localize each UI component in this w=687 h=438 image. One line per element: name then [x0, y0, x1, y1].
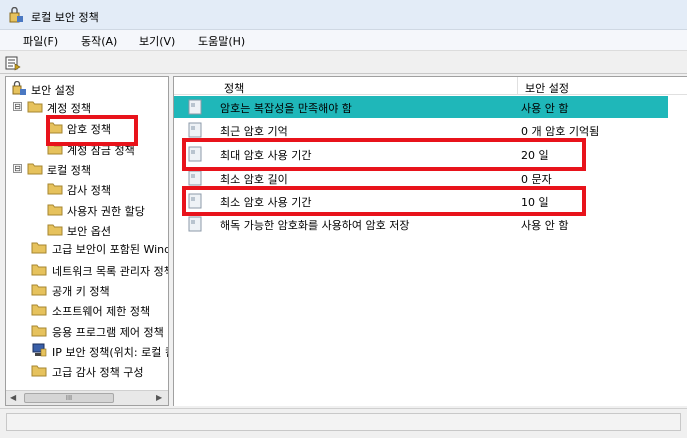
policy-setting: 사용 안 함 [521, 102, 569, 115]
status-pane [6, 413, 681, 431]
annotation-highlight-box [182, 138, 586, 171]
folder-icon [31, 242, 47, 254]
security-settings-icon [12, 81, 26, 95]
annotation-highlight-box [182, 186, 586, 216]
tree-item-label: 고급 보안이 포함된 Windows 방화벽 [52, 243, 168, 256]
window-title: 로컬 보안 정책 [31, 11, 99, 24]
tree-item-label: 사용자 권한 할당 [67, 205, 145, 218]
policy-setting: 0 문자 [521, 173, 552, 186]
ip-security-icon [32, 343, 47, 357]
status-bar [0, 408, 687, 438]
policy-name: 최근 암호 기억 [220, 125, 288, 138]
scroll-thumb[interactable]: III [24, 393, 114, 403]
policy-setting: 0 개 암호 기억됨 [521, 125, 600, 138]
list-header: 정책 보안 설정 [174, 77, 687, 95]
policy-icon [188, 216, 202, 232]
tree-item-label: 계정 정책 [47, 102, 91, 115]
collapse-icon[interactable]: ⊟ [13, 102, 22, 111]
tree-item-label: 응용 프로그램 제어 정책 [52, 326, 164, 339]
policy-name: 최소 암호 길이 [220, 173, 288, 186]
policy-icon [188, 170, 202, 186]
folder-icon [47, 224, 63, 236]
policy-name: 해독 가능한 암호화를 사용하여 암호 저장 [220, 219, 410, 232]
tree-horizontal-scrollbar[interactable]: ◀ III ▶ [6, 390, 168, 405]
menu-bar: 파일(F) 동작(A) 보기(V) 도움말(H) [0, 30, 687, 50]
folder-icon [31, 284, 47, 296]
tree-item-label: 공개 키 정책 [52, 285, 110, 298]
folder-icon [31, 325, 47, 337]
policy-row-complexity[interactable]: 암호는 복잡성을 만족해야 함 사용 안 함 [174, 96, 668, 118]
tree-item-label: 고급 감사 정책 구성 [52, 366, 144, 379]
collapse-icon[interactable]: ⊟ [13, 164, 22, 173]
folder-icon [47, 204, 63, 216]
folder-icon [31, 304, 47, 316]
policy-name: 암호는 복잡성을 만족해야 함 [220, 102, 352, 115]
tree-item-label: 보안 설정 [31, 84, 75, 97]
scroll-right-icon[interactable]: ▶ [156, 393, 162, 402]
tree-item-label: 소프트웨어 제한 정책 [52, 305, 151, 318]
title-bar: 로컬 보안 정책 [0, 0, 687, 30]
column-header-setting[interactable]: 보안 설정 [525, 80, 569, 96]
tree-item-label: 감사 정책 [67, 184, 111, 197]
tree-item-label: 네트워크 목록 관리자 정책 [52, 265, 169, 278]
folder-icon [31, 264, 47, 276]
tree-panel: 보안 설정 ⊟ 계정 정책 암호 정책 계정 잠금 정책 ⊟ 로컬 정책 감사 … [5, 76, 169, 406]
menu-help[interactable]: 도움말(H) [198, 33, 245, 49]
scroll-left-icon[interactable]: ◀ [10, 393, 16, 402]
policy-icon [188, 122, 202, 138]
policy-list-panel: 정책 보안 설정 암호는 복잡성을 만족해야 함 사용 안 함 최근 암호 기억… [173, 76, 687, 406]
policy-row-reversible-encryption[interactable]: 해독 가능한 암호화를 사용하여 암호 저장 사용 안 함 [174, 213, 687, 235]
folder-icon [27, 101, 43, 113]
menu-file[interactable]: 파일(F) [23, 33, 58, 49]
folder-icon [27, 163, 43, 175]
policy-setting: 사용 안 함 [521, 219, 569, 232]
tree-item-label: 보안 옵션 [67, 225, 111, 238]
tree-item-label: 로컬 정책 [47, 164, 91, 177]
folder-icon [31, 365, 47, 377]
menu-view[interactable]: 보기(V) [139, 33, 175, 49]
folder-icon [47, 183, 63, 195]
toolbar [0, 50, 687, 74]
security-policy-icon [9, 7, 23, 23]
menu-action[interactable]: 동작(A) [81, 33, 117, 49]
annotation-highlight-box [46, 115, 138, 146]
column-header-policy[interactable]: 정책 [224, 80, 244, 96]
export-list-icon[interactable] [5, 55, 21, 71]
policy-icon [188, 99, 202, 115]
column-divider[interactable] [517, 77, 518, 95]
tree-item-label: IP 보안 정책(위치: 로컬 컴퓨터) [52, 346, 168, 359]
